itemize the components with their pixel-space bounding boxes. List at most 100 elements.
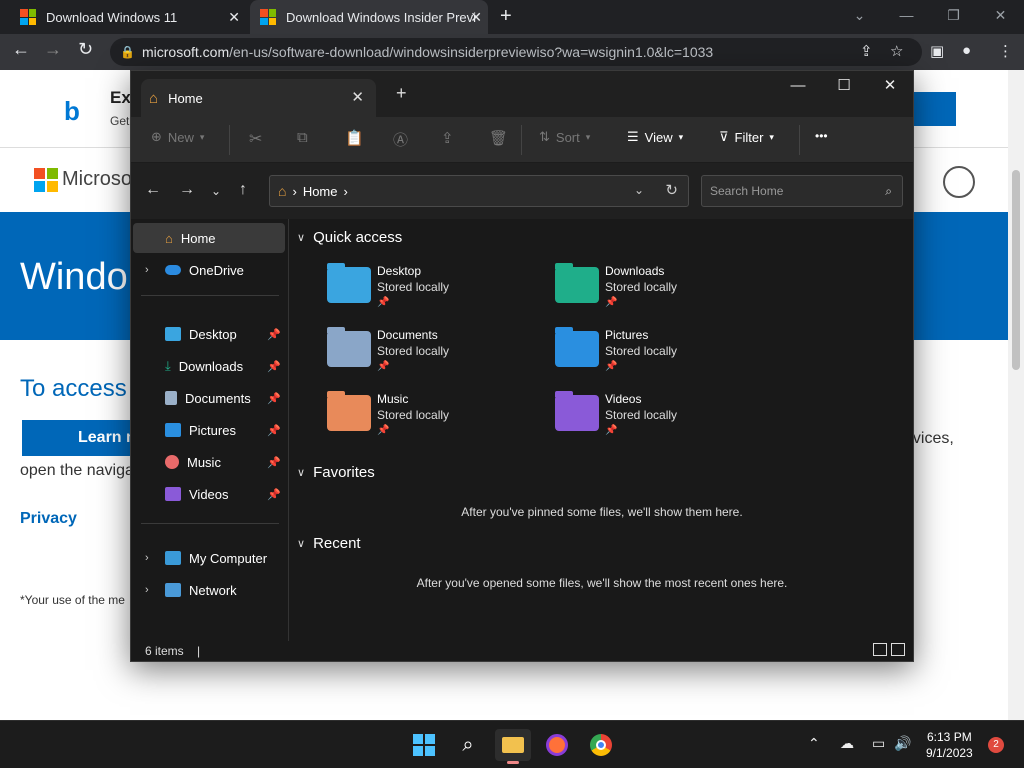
forward-button[interactable]: →	[179, 181, 195, 199]
menu-icon[interactable]: ⋮	[998, 42, 1013, 60]
quick-access-item[interactable]: Downloads Stored locally 📌	[555, 263, 755, 319]
cut-icon[interactable]: ✂	[249, 129, 262, 149]
nav-item-pictures[interactable]: Pictures 📌	[133, 415, 285, 445]
pin-icon[interactable]: 📌	[267, 424, 281, 437]
forward-button[interactable]: →	[44, 39, 62, 60]
tab-search-icon[interactable]: ⌄	[836, 0, 883, 34]
breadcrumb-home[interactable]: Home	[303, 184, 338, 199]
pin-icon[interactable]: 📌	[267, 328, 281, 341]
explorer-address-bar[interactable]: ⌂ › Home › ⌄ ↻	[269, 175, 689, 207]
restore-button[interactable]: ❐	[930, 0, 977, 34]
start-button[interactable]	[406, 729, 442, 761]
section-favorites[interactable]: ∨ Favorites	[297, 464, 375, 481]
back-button[interactable]: ←	[145, 181, 161, 199]
clock[interactable]: 6:13 PM 9/1/2023	[926, 729, 973, 761]
nav-item-videos[interactable]: Videos 📌	[133, 479, 285, 509]
profile-icon[interactable]: ●	[962, 42, 971, 59]
recent-locations-chevron-icon[interactable]: ⌄	[211, 184, 221, 198]
explorer-tab-home[interactable]: ⌂ Home ✕	[141, 79, 376, 117]
search-icon[interactable]: ⌕	[450, 729, 486, 761]
network-icon[interactable]: ▭	[872, 735, 885, 752]
nav-item-documents[interactable]: Documents 📌	[133, 383, 285, 413]
address-history-chevron-icon[interactable]: ⌄	[634, 183, 644, 197]
item-name: Documents	[377, 328, 438, 342]
nav-label: Home	[180, 230, 216, 246]
quick-access-item[interactable]: Desktop Stored locally 📌	[327, 263, 527, 319]
more-options-button[interactable]: •••	[815, 129, 828, 143]
page-scrollbar[interactable]	[1008, 70, 1024, 720]
pin-icon: 📌	[605, 425, 618, 436]
minimize-button[interactable]: —	[775, 71, 821, 103]
explorer-window-controls: — ☐ ✕	[775, 71, 913, 103]
file-explorer-taskbar-icon[interactable]	[495, 729, 531, 764]
new-button[interactable]: ⊕ New ▾	[151, 129, 204, 145]
account-avatar-icon[interactable]	[943, 166, 975, 198]
pin-icon[interactable]: 📌	[267, 488, 281, 501]
firefox-taskbar-icon[interactable]	[539, 729, 575, 761]
refresh-icon[interactable]: ↻	[665, 181, 678, 199]
filter-button[interactable]: ⊽ Filter ▾	[719, 129, 774, 145]
pin-icon[interactable]: 📌	[267, 392, 281, 405]
share-icon[interactable]: ⇪	[860, 42, 873, 60]
show-hidden-icons-chevron-icon[interactable]: ⌃	[808, 735, 820, 752]
close-window-button[interactable]: ✕	[867, 71, 913, 103]
expand-chevron-icon[interactable]: ›	[145, 584, 149, 596]
sort-button[interactable]: ⇅ Sort ▾	[539, 129, 590, 145]
up-button[interactable]: ↑	[239, 181, 247, 199]
tiles-view-icon[interactable]	[891, 643, 905, 656]
nav-item-music[interactable]: Music 📌	[133, 447, 285, 477]
microsoft-logo-icon[interactable]	[34, 168, 58, 192]
reload-button[interactable]: ↻	[78, 39, 93, 60]
quick-access-item[interactable]: Videos Stored locally 📌	[555, 391, 755, 447]
nav-item-downloads[interactable]: ⤓ Downloads 📌	[133, 351, 285, 381]
section-recent[interactable]: ∨ Recent	[297, 535, 361, 552]
pin-icon[interactable]: 📌	[267, 456, 281, 469]
nav-item-home[interactable]: ⌂ Home	[133, 223, 285, 253]
address-bar[interactable]: 🔒 microsoft.com/en-us/software-download/…	[110, 38, 922, 66]
scrollbar-thumb[interactable]	[1012, 170, 1020, 370]
section-quick-access[interactable]: ∨ Quick access	[297, 229, 402, 246]
browser-tab-title: Download Windows 11	[46, 9, 178, 25]
nav-item-desktop[interactable]: Desktop 📌	[133, 319, 285, 349]
quick-access-item[interactable]: Documents Stored locally 📌	[327, 327, 527, 383]
browser-tab-2[interactable]: Download Windows Insider Previ ✕	[250, 0, 488, 34]
volume-icon[interactable]: 🔊	[894, 735, 911, 752]
nav-item-network[interactable]: › Network	[133, 575, 285, 605]
bookmark-star-icon[interactable]: ☆	[890, 42, 903, 60]
close-tab-icon[interactable]: ✕	[228, 9, 240, 26]
quick-access-item[interactable]: Pictures Stored locally 📌	[555, 327, 755, 383]
browser-tab-1[interactable]: Download Windows 11 ✕	[10, 0, 246, 34]
microsoft-brand[interactable]: Microso	[62, 168, 132, 191]
side-panel-icon[interactable]: ▣	[930, 42, 944, 60]
nav-item-my-computer[interactable]: › My Computer	[133, 543, 285, 573]
item-status: Stored locally	[605, 344, 678, 358]
view-button[interactable]: ☰ View ▾	[627, 129, 683, 145]
close-tab-icon[interactable]: ✕	[470, 9, 482, 26]
close-window-button[interactable]: ✕	[977, 0, 1024, 34]
close-tab-icon[interactable]: ✕	[351, 88, 364, 106]
expand-chevron-icon[interactable]: ›	[145, 264, 149, 276]
view-toggle	[873, 643, 905, 656]
privacy-link[interactable]: Privacy	[20, 510, 77, 528]
pin-icon[interactable]: 📌	[267, 360, 281, 373]
paste-icon[interactable]: 📋	[345, 129, 364, 147]
copy-icon[interactable]: ⧉	[297, 129, 308, 146]
share-icon[interactable]: ⇪	[441, 129, 454, 147]
details-view-icon[interactable]	[873, 643, 887, 656]
chrome-taskbar-icon[interactable]	[583, 729, 619, 761]
quick-access-item[interactable]: Music Stored locally 📌	[327, 391, 527, 447]
maximize-button[interactable]: ☐	[821, 71, 867, 103]
delete-icon[interactable]: 🗑	[489, 129, 508, 147]
browser-tab-title: Download Windows Insider Previ	[286, 9, 476, 25]
minimize-button[interactable]: —	[883, 0, 930, 34]
new-tab-button[interactable]: +	[500, 5, 512, 28]
explorer-new-tab-button[interactable]: +	[396, 83, 407, 104]
onedrive-tray-icon[interactable]: ☁	[840, 735, 854, 752]
expand-chevron-icon[interactable]: ›	[145, 552, 149, 564]
rename-icon[interactable]: Ⓐ	[393, 129, 408, 150]
notification-badge[interactable]: 2	[988, 737, 1004, 753]
learn-more-button[interactable]: Learn m	[22, 420, 142, 456]
search-input[interactable]: Search Home ⌕	[701, 175, 903, 207]
back-button[interactable]: ←	[12, 39, 30, 60]
nav-item-onedrive[interactable]: › OneDrive	[133, 255, 285, 285]
